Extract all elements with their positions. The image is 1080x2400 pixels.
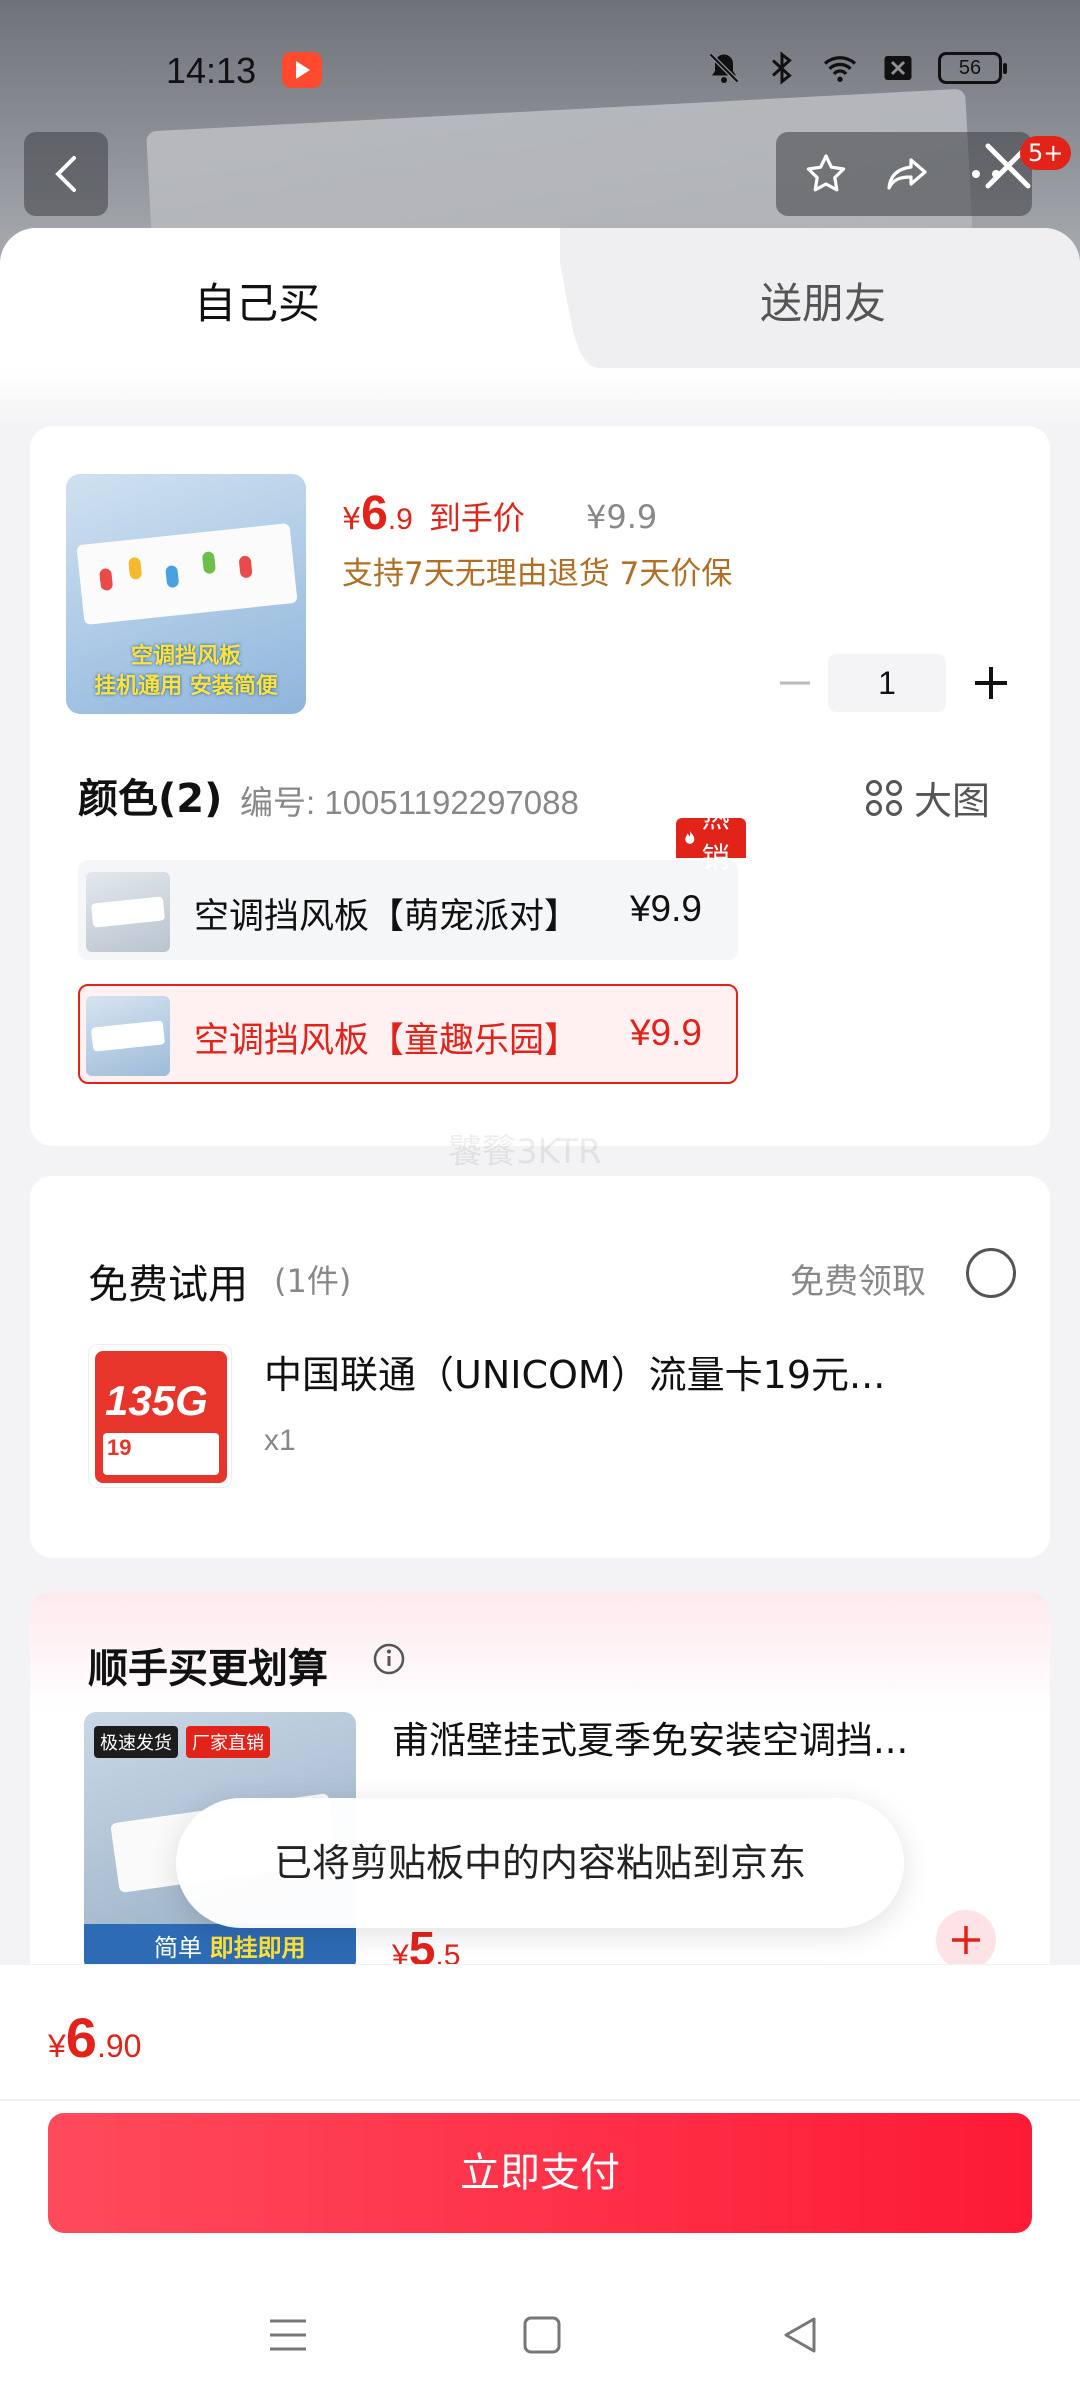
tab-fade [0, 368, 1080, 428]
tab-curve [520, 228, 600, 368]
total-int: 6 [65, 2006, 97, 2069]
no-sim-icon [884, 56, 912, 80]
sim-image-price-text: 19 [107, 1435, 132, 1460]
upsell-image-tag-fast: 极速发货 [94, 1726, 178, 1758]
final-price: ¥ 6 .9 到手价 [342, 486, 525, 541]
upsell-title: 顺手买更划算 [88, 1646, 328, 1692]
quantity-value[interactable]: 1 [828, 654, 946, 712]
mute-icon [708, 52, 740, 84]
upsell-item-name[interactable]: 甫湉壁挂式夏季免安装空调挡... [392, 1710, 908, 1764]
tab-bar: 自己买 送朋友 [0, 228, 1080, 368]
back-button[interactable] [24, 132, 108, 216]
checkout-bar: ¥6.90 立即支付 [0, 1964, 1080, 2400]
total-dec: .90 [96, 2028, 142, 2064]
product-image[interactable]: 空调挡风板 挂机通用 安装简便 [66, 474, 306, 714]
upsell-caption-b: 即挂即用 [209, 1934, 306, 1962]
quantity-stepper: 1 [766, 654, 1026, 712]
tab-buy-self[interactable]: 自己买 [0, 228, 560, 368]
divider [0, 2099, 1080, 2101]
big-image-label: 大图 [914, 779, 991, 823]
battery-icon: 56 [938, 52, 1007, 84]
grid-icon [866, 779, 902, 816]
add-upsell-button[interactable] [936, 1910, 996, 1970]
price-int: 6 [361, 487, 388, 540]
status-bar: 14:13 56 [0, 0, 1080, 140]
price-tag: 到手价 [428, 499, 525, 537]
watermark: 饕餮3KTR [448, 1132, 602, 1172]
color-title: 颜色(2) [78, 776, 223, 822]
share-icon[interactable] [882, 150, 932, 198]
pay-now-button[interactable]: 立即支付 [48, 2113, 1032, 2233]
free-get-label: 免费领取 [790, 1262, 926, 1302]
star-icon[interactable] [802, 150, 850, 198]
caption-line-2: 挂机通用 安装简便 [94, 674, 278, 699]
free-get-radio[interactable] [966, 1248, 1016, 1298]
support-text: 支持7天无理由退货 7天价保 [342, 556, 733, 592]
option-thumbnail [86, 872, 170, 952]
free-trial-item-name[interactable]: 中国联通（UNICOM）流量卡19元... [264, 1344, 885, 1399]
flame-icon [685, 830, 695, 844]
option-pet-party[interactable]: 空调挡风板【萌宠派对】 ¥9.9 热销 [78, 801, 747, 960]
option-thumbnail [86, 996, 170, 1076]
system-nav-bar [0, 2285, 1080, 2395]
sim-card-image[interactable]: 135G 19 [88, 1344, 232, 1488]
notification-badge: 5+ [1020, 136, 1072, 170]
product-image-caption: 空调挡风板 挂机通用 安装简便 [66, 642, 306, 702]
back-nav-icon[interactable] [778, 2313, 822, 2357]
tab-gift-friend-label: 送朋友 [760, 279, 887, 328]
free-trial-item-qty: x1 [264, 1424, 296, 1457]
price-yen: ¥ [342, 502, 362, 537]
total-price: ¥6.90 [48, 2005, 141, 2070]
option-price: ¥9.9 [629, 1012, 702, 1053]
product-panel-graphic [76, 523, 298, 625]
option-label: 空调挡风板【童趣乐园】 [194, 1021, 580, 1061]
product-card: 空调挡风板 挂机通用 安装简便 ¥ 6 .9 到手价 ¥9.9 支持7天无理由退… [30, 426, 1050, 1146]
free-trial-count: (1件) [274, 1262, 352, 1300]
clipboard-toast: 已将剪贴板中的内容粘贴到京东 [176, 1798, 904, 1928]
wifi-icon [823, 56, 857, 82]
tab-gift-friend[interactable]: 送朋友 [600, 228, 1080, 368]
status-time: 14:13 [166, 50, 257, 91]
free-trial-title: 免费试用 [88, 1262, 248, 1308]
hot-tag-label: 热销 [701, 801, 730, 874]
upsell-caption-a: 简单 [154, 1934, 210, 1962]
sim-image-big-text: 135G [105, 1377, 208, 1424]
home-icon[interactable] [520, 2313, 564, 2357]
big-image-button[interactable]: 大图 [864, 770, 990, 825]
sku-number: 编号: 10051192297088 [240, 784, 579, 821]
chevron-left-icon [55, 156, 76, 192]
plus-button[interactable] [962, 654, 1020, 712]
total-yen: ¥ [48, 2028, 66, 2064]
price-dec: .9 [387, 503, 413, 536]
tab-buy-self-label: 自己买 [194, 279, 321, 328]
menu-icon[interactable] [266, 2313, 310, 2357]
hot-sale-badge: 热销 [676, 801, 747, 874]
original-price: ¥9.9 [586, 498, 658, 536]
option-kids-park[interactable]: 空调挡风板【童趣乐园】 ¥9.9 [78, 984, 738, 1084]
option-label: 空调挡风板【萌宠派对】 [194, 897, 580, 937]
video-app-icon [282, 52, 322, 88]
free-trial-card: 饕餮3KTR 免费试用 (1件) 免费领取 135G 19 中国联通（UNICO… [30, 1132, 1050, 1558]
upsell-image-tag-factory: 厂家直销 [186, 1726, 270, 1758]
bluetooth-icon [771, 51, 792, 85]
caption-line-1: 空调挡风板 [130, 644, 241, 669]
minus-button[interactable] [766, 654, 824, 712]
option-price: ¥9.9 [629, 888, 702, 929]
info-icon[interactable] [372, 1642, 406, 1676]
